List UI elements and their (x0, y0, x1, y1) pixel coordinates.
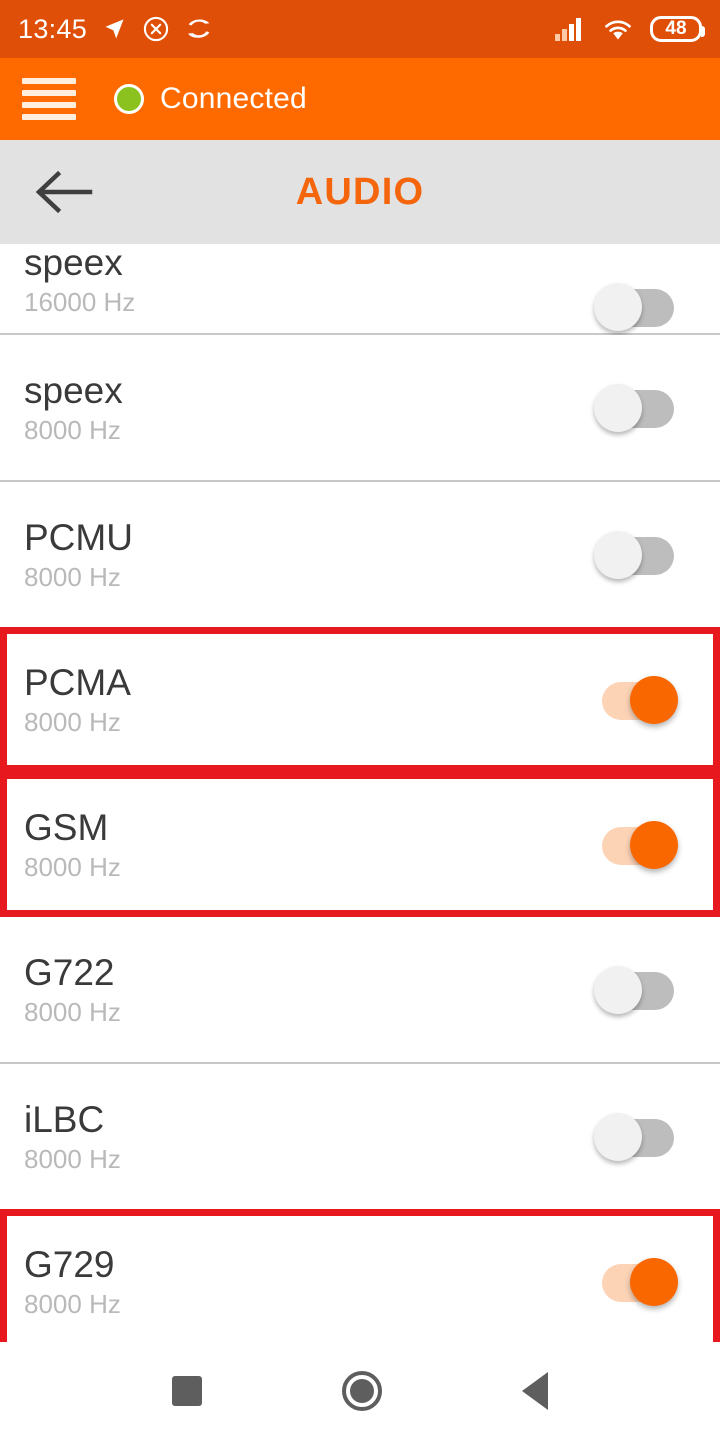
codec-row-text: iLBC 8000 Hz (24, 1101, 588, 1172)
codec-sample-rate: 8000 Hz (24, 1144, 121, 1174)
connection-status: Connected (114, 82, 307, 116)
codec-name: G729 (24, 1244, 115, 1285)
codec-sample-rate: 16000 Hz (24, 287, 136, 317)
triangle-back-icon[interactable] (522, 1372, 548, 1410)
codec-row[interactable]: G729 8000 Hz (0, 1209, 720, 1354)
codec-row-text: G729 8000 Hz (24, 1246, 588, 1317)
codec-name: G722 (24, 952, 115, 993)
codec-sample-rate: 8000 Hz (24, 997, 121, 1027)
connection-status-dot (114, 84, 144, 114)
codec-name: PCMA (24, 662, 131, 703)
phone-screen: 13:45 48 Connected AUDIO speex 16000 Hz … (0, 0, 720, 1440)
toggle-thumb (594, 283, 642, 331)
status-bar-right: 48 (554, 16, 705, 42)
hamburger-line (22, 102, 76, 108)
battery-level-label: 48 (665, 18, 687, 39)
codec-name: speex (24, 242, 123, 283)
codec-sample-rate: 8000 Hz (24, 1289, 121, 1319)
codec-row[interactable]: iLBC 8000 Hz (0, 1064, 720, 1209)
toggle-thumb (630, 820, 678, 869)
codec-sample-rate: 8000 Hz (24, 707, 121, 737)
hamburger-line (22, 78, 76, 84)
app-bar: Connected (0, 58, 720, 140)
connection-status-label: Connected (160, 82, 307, 115)
codec-row-text: speex 16000 Hz (24, 244, 588, 333)
codec-row[interactable]: PCMA 8000 Hz (0, 627, 720, 772)
toggle-thumb (630, 675, 678, 724)
codec-name: iLBC (24, 1099, 105, 1140)
status-bar-clock: 13:45 (18, 13, 88, 44)
location-arrow-icon (101, 16, 128, 43)
toggle-thumb (630, 1257, 678, 1306)
status-bar-left: 13:45 (18, 14, 554, 45)
codec-row-text: G722 8000 Hz (24, 954, 588, 1025)
toggle-thumb (594, 383, 642, 432)
toggle-thumb (594, 1112, 642, 1161)
page-title: AUDIO (295, 170, 425, 213)
codec-list[interactable]: speex 16000 Hz speex 8000 Hz PCMU 8000 Hz PCMA… (0, 244, 720, 1354)
android-navigation-bar (0, 1342, 720, 1440)
codec-toggle[interactable] (588, 1256, 684, 1308)
wifi-icon (602, 16, 634, 42)
codec-name: speex (24, 370, 123, 411)
codec-sample-rate: 8000 Hz (24, 415, 121, 445)
codec-row[interactable]: G722 8000 Hz (0, 917, 720, 1062)
codec-row[interactable]: speex 8000 Hz (0, 335, 720, 480)
cellular-signal-icon (554, 16, 586, 42)
cancel-circle-icon (142, 15, 170, 43)
back-button[interactable] (30, 159, 96, 225)
toggle-thumb (594, 530, 642, 579)
codec-toggle[interactable] (588, 964, 684, 1016)
circle-home-icon[interactable] (342, 1371, 382, 1411)
codec-sample-rate: 8000 Hz (24, 852, 121, 882)
codec-row-text: PCMA 8000 Hz (24, 664, 588, 735)
codec-row[interactable]: speex 16000 Hz (0, 244, 720, 333)
codec-name: PCMU (24, 517, 133, 558)
hamburger-line (22, 90, 76, 96)
codec-toggle[interactable] (588, 674, 684, 726)
codec-toggle[interactable] (588, 281, 684, 333)
status-bar: 13:45 48 (0, 0, 720, 58)
codec-name: GSM (24, 807, 109, 848)
codec-row-text: GSM 8000 Hz (24, 809, 588, 880)
square-recents-icon[interactable] (172, 1376, 202, 1406)
toggle-thumb (594, 965, 642, 1014)
codec-sample-rate: 8000 Hz (24, 562, 121, 592)
battery-indicator: 48 (650, 16, 705, 42)
codec-row-text: speex 8000 Hz (24, 372, 588, 443)
codec-row[interactable]: PCMU 8000 Hz (0, 482, 720, 627)
codec-toggle[interactable] (588, 1111, 684, 1163)
codec-row[interactable]: GSM 8000 Hz (0, 772, 720, 917)
codec-toggle[interactable] (588, 819, 684, 871)
codec-toggle[interactable] (588, 529, 684, 581)
sync-fish-icon (184, 15, 214, 43)
hamburger-menu-icon[interactable] (22, 78, 76, 120)
codec-row-text: PCMU 8000 Hz (24, 519, 588, 590)
codec-toggle[interactable] (588, 382, 684, 434)
page-header: AUDIO (0, 140, 720, 244)
hamburger-line (22, 114, 76, 120)
arrow-left-icon (32, 168, 94, 216)
